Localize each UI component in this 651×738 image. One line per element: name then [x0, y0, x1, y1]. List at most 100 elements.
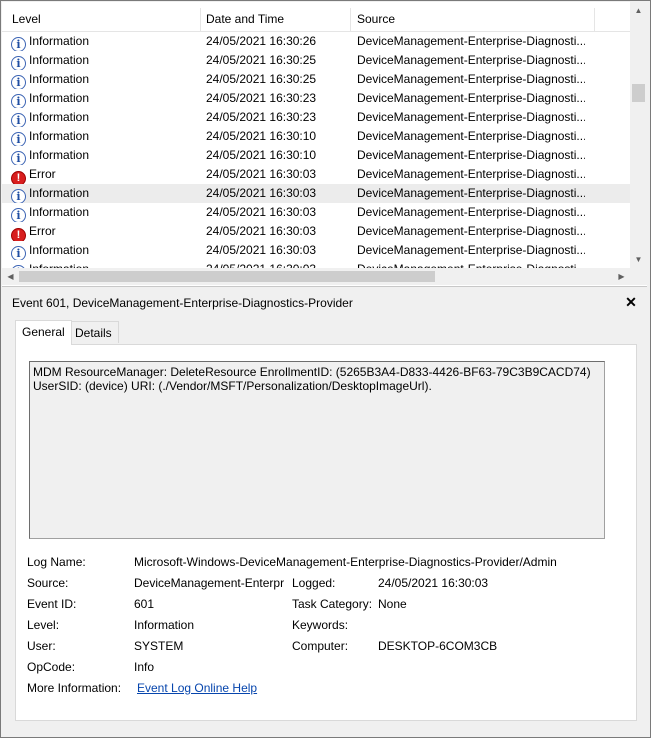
table-row[interactable]: i Information 24/05/2021 16:30:23 DeviceMan…: [2, 108, 630, 127]
column-header-date[interactable]: Date and Time: [196, 8, 351, 32]
event-source-cell: DeviceManagement-Enterprise-Diagnosti...: [357, 34, 585, 48]
event-list-header: Level Date and Time Source: [2, 8, 630, 32]
event-rows: i Information 24/05/2021 16:30:26 DeviceMan…: [2, 32, 630, 268]
information-icon: i: [11, 208, 26, 222]
event-level-text: Information: [29, 110, 90, 124]
event-level-cell: ! Error: [11, 222, 201, 241]
table-row[interactable]: i Information 24/05/2021 16:30:23 DeviceMan…: [2, 89, 630, 108]
event-id-value: 601: [134, 597, 155, 611]
horizontal-scroll-thumb[interactable]: [19, 271, 435, 282]
table-row[interactable]: i Information 24/05/2021 16:30:25 DeviceMan…: [2, 51, 630, 70]
information-icon: i: [11, 37, 26, 51]
keywords-label: Keywords:: [292, 618, 349, 632]
event-level-cell: iInformation: [11, 184, 201, 203]
event-date-cell: 24/05/2021 16:30:03: [206, 224, 317, 238]
table-row[interactable]: iInformation 24/05/2021 16:30:03 DeviceMan…: [2, 184, 630, 203]
event-source-cell: DeviceManagement-Enterprise-Diagnosti...: [357, 91, 585, 105]
table-row[interactable]: iInformation 24/05/2021 16:30:03 DeviceMan…: [2, 260, 630, 268]
column-header-source[interactable]: Source: [347, 8, 595, 32]
event-level-cell: iInformation: [11, 241, 201, 260]
table-row[interactable]: ! Error 24/05/2021 16:30:03 DeviceManagemen…: [2, 222, 630, 241]
event-level-text: Information: [29, 129, 90, 143]
event-level-cell: iInformation: [11, 203, 201, 222]
table-row[interactable]: i Information 24/05/2021 16:30:25 DeviceMan…: [2, 70, 630, 89]
task-category-value: None: [378, 597, 407, 611]
description-line-1: MDM ResourceManager: DeleteResource Enro…: [33, 365, 591, 379]
event-level-text: Information: [29, 243, 90, 257]
scroll-up-arrow-icon[interactable]: ▲: [630, 2, 647, 19]
event-level-text: Error: [29, 224, 56, 238]
error-icon: !: [11, 228, 26, 241]
table-row[interactable]: iInformation 24/05/2021 16:30:03 DeviceMan…: [2, 203, 630, 222]
error-icon: !: [11, 171, 26, 184]
opcode-label: OpCode:: [27, 660, 76, 674]
event-date-cell: 24/05/2021 16:30:03: [206, 243, 317, 257]
event-level-text: Information: [29, 91, 90, 105]
event-log-online-help-link[interactable]: Event Log Online Help: [137, 681, 257, 695]
information-icon: i: [11, 75, 26, 89]
event-level-text: Information: [29, 186, 90, 200]
close-icon[interactable]: ✕: [623, 294, 639, 310]
logged-value: 24/05/2021 16:30:03: [378, 576, 489, 590]
event-viewer-window: Level Date and Time Source i Information 2…: [0, 0, 651, 738]
event-level-text: Error: [29, 167, 56, 181]
event-date-cell: 24/05/2021 16:30:03: [206, 167, 317, 181]
event-source-cell: DeviceManagement-Enterprise-Diagnosti...: [357, 260, 585, 268]
table-row[interactable]: i Information 24/05/2021 16:30:26 DeviceMan…: [2, 32, 630, 51]
event-date-cell: 24/05/2021 16:30:23: [206, 110, 317, 124]
user-label: User:: [27, 639, 56, 653]
event-source-cell: DeviceManagement-Enterprise-Diagnosti...: [357, 110, 585, 124]
event-date-cell: 24/05/2021 16:30:23: [206, 91, 317, 105]
event-source-cell: DeviceManagement-Enterprise-Diagnosti...: [357, 205, 585, 219]
event-level-cell: iInformation: [11, 70, 201, 89]
scroll-down-arrow-icon[interactable]: ▼: [630, 251, 647, 268]
information-icon: i: [11, 56, 26, 70]
event-source-cell: DeviceManagement-Enterprise-Diagnosti...: [357, 72, 585, 86]
description-line-2: UserSID: (device) URI: (./Vendor/MSFT/Pe…: [33, 379, 432, 393]
event-list[interactable]: Level Date and Time Source i Information 2…: [2, 2, 647, 287]
horizontal-scrollbar[interactable]: ◀ ▶: [2, 268, 630, 285]
event-level-cell: iInformation: [11, 146, 201, 165]
tab-general[interactable]: General: [15, 320, 72, 345]
source-value: DeviceManagement-Enterpr: [134, 576, 285, 590]
table-row[interactable]: i Information 24/05/2021 16:30:10 DeviceMan…: [2, 146, 630, 165]
table-row[interactable]: ! Error 24/05/2021 16:30:03 DeviceManagemen…: [2, 165, 630, 184]
vertical-scrollbar[interactable]: ▲ ▼: [630, 2, 647, 268]
event-level-text: Information: [29, 72, 90, 86]
event-id-label: Event ID:: [27, 597, 77, 611]
vertical-scroll-thumb[interactable]: [632, 84, 645, 102]
level-value: Information: [134, 618, 195, 632]
event-level-cell: iInformation: [11, 108, 201, 127]
tab-details[interactable]: Details: [68, 321, 119, 343]
column-header-level[interactable]: Level: [2, 8, 201, 32]
log-name-label: Log Name:: [27, 555, 86, 569]
event-level-cell: ! Error: [11, 165, 201, 184]
information-icon: i: [11, 94, 26, 108]
event-description[interactable]: MDM ResourceManager: DeleteResource Enro…: [29, 361, 605, 539]
table-row[interactable]: iInformation 24/05/2021 16:30:03 DeviceMan…: [2, 241, 630, 260]
event-source-cell: DeviceManagement-Enterprise-Diagnosti...: [357, 186, 585, 200]
event-level-cell: iInformation: [11, 89, 201, 108]
scroll-right-arrow-icon[interactable]: ▶: [613, 268, 630, 285]
computer-label: Computer:: [292, 639, 349, 653]
event-level-cell: iInformation: [11, 51, 201, 70]
event-source-cell: DeviceManagement-Enterprise-Diagnosti...: [357, 129, 585, 143]
log-name-value: Microsoft-Windows-DeviceManagement-Enter…: [134, 555, 557, 569]
event-date-cell: 24/05/2021 16:30:03: [206, 260, 351, 268]
event-level-cell: iInformation: [11, 127, 201, 146]
event-source-cell: DeviceManagement-Enterprise-Diagnosti...: [357, 243, 585, 257]
event-date-cell: 24/05/2021 16:30:03: [206, 186, 317, 200]
event-level-text: Information: [29, 205, 90, 219]
information-icon: i: [11, 151, 26, 165]
event-level-text: Information: [29, 53, 90, 67]
event-source-cell: DeviceManagement-Enterprise-Diagnosti...: [357, 167, 585, 181]
scroll-left-arrow-icon[interactable]: ◀: [2, 268, 19, 285]
information-icon: i: [11, 113, 26, 127]
event-date-cell: 24/05/2021 16:30:26: [206, 34, 317, 48]
logged-label: Logged:: [292, 576, 336, 590]
event-date-cell: 24/05/2021 16:30:25: [206, 53, 317, 67]
event-details-title: Event 601, DeviceManagement-Enterprise-D…: [12, 296, 353, 310]
event-level-cell: iInformation: [11, 32, 201, 51]
table-row[interactable]: i Information 24/05/2021 16:30:10 DeviceMan…: [2, 127, 630, 146]
task-category-label: Task Category:: [292, 597, 373, 611]
